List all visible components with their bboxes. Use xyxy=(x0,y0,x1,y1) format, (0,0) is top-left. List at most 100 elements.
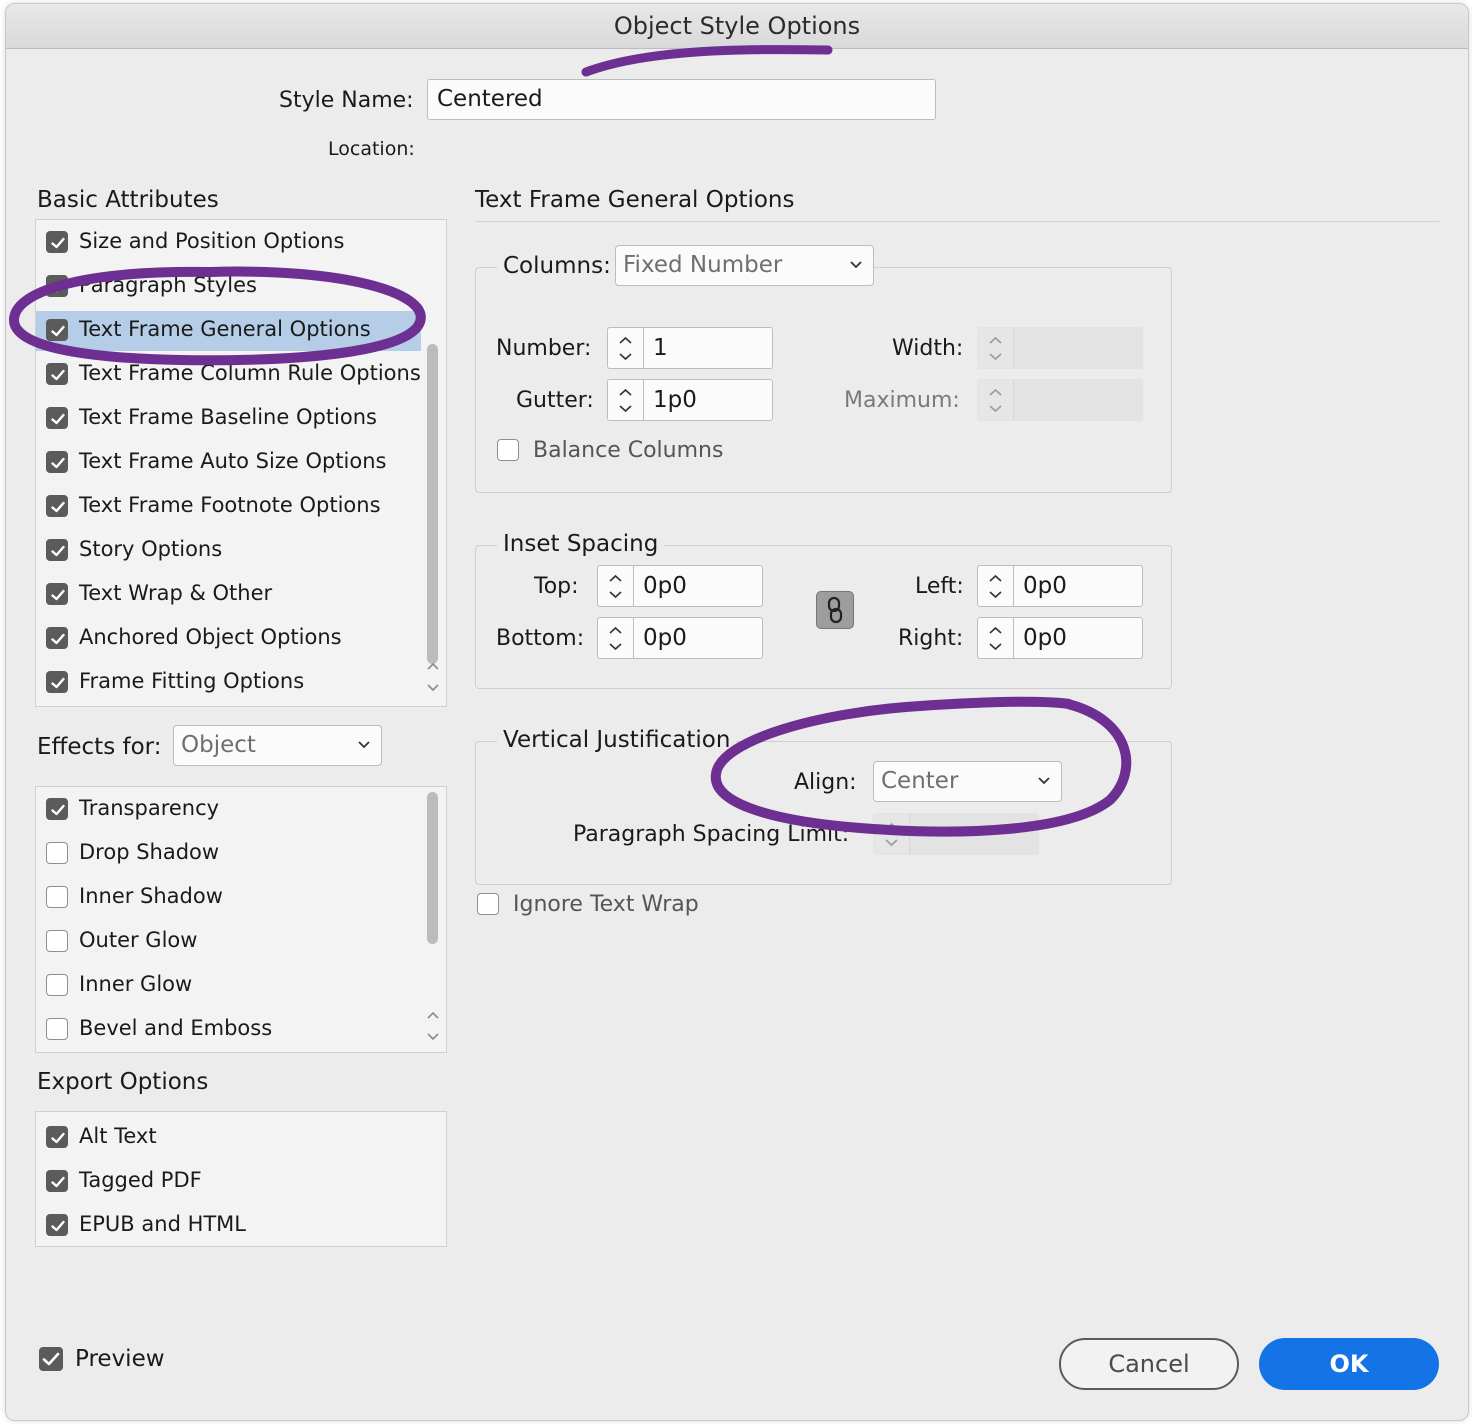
columns-value: Fixed Number xyxy=(623,252,783,278)
left-value[interactable]: 0p0 xyxy=(1023,566,1067,606)
checkbox[interactable] xyxy=(46,798,68,820)
checkmark-icon xyxy=(51,1176,65,1188)
number-label: Number: xyxy=(496,336,592,361)
scroll-down-icon[interactable] xyxy=(426,682,440,694)
checkbox[interactable] xyxy=(46,583,68,605)
right-label: Right: xyxy=(898,626,964,651)
list-item[interactable]: Frame Fitting Options xyxy=(36,663,421,703)
checkbox[interactable] xyxy=(46,363,68,385)
heading-divider xyxy=(475,221,1439,222)
checkmark-icon xyxy=(51,1132,65,1144)
list-item[interactable]: Text Frame Column Rule Options xyxy=(36,355,421,395)
checkbox[interactable] xyxy=(46,671,68,693)
checkbox[interactable] xyxy=(46,974,68,996)
stepper-arrows-icon[interactable] xyxy=(978,566,1013,606)
right-stepper[interactable]: 0p0 xyxy=(977,617,1143,659)
scrollbar-thumb[interactable] xyxy=(427,792,438,944)
bottom-value[interactable]: 0p0 xyxy=(643,618,687,658)
list-item-label: Transparency xyxy=(79,796,220,820)
left-stepper[interactable]: 0p0 xyxy=(977,565,1143,607)
ignore-text-wrap-checkbox[interactable] xyxy=(477,893,499,915)
checkbox[interactable] xyxy=(46,842,68,864)
number-value[interactable]: 1 xyxy=(653,328,668,368)
gutter-value[interactable]: 1p0 xyxy=(653,380,697,420)
scrollbar-thumb[interactable] xyxy=(427,344,438,664)
checkbox[interactable] xyxy=(46,231,68,253)
list-item[interactable]: Inner Shadow xyxy=(36,878,421,918)
balance-columns-checkbox[interactable] xyxy=(497,439,519,461)
list-item-label: Outer Glow xyxy=(79,928,198,952)
list-item-label: Tagged PDF xyxy=(79,1168,202,1192)
list-item[interactable]: Size and Position Options xyxy=(36,223,421,263)
effects-list: Transparency Drop Shadow Inner Shadow Outer… xyxy=(35,786,447,1053)
stepper-arrows-icon[interactable] xyxy=(598,566,633,606)
checkbox[interactable] xyxy=(46,1018,68,1040)
list-item[interactable]: Transparency xyxy=(36,790,421,830)
title-bar: Object Style Options xyxy=(6,4,1468,49)
checkbox[interactable] xyxy=(46,886,68,908)
list-item[interactable]: Alt Text xyxy=(36,1118,421,1158)
list-item-label: Text Frame Baseline Options xyxy=(79,405,377,429)
scroll-up-icon[interactable] xyxy=(426,1009,440,1021)
basic-attributes-scrollbar[interactable] xyxy=(423,220,441,706)
effects-scrollbar[interactable] xyxy=(423,787,441,1052)
checkbox[interactable] xyxy=(46,539,68,561)
export-options-heading: Export Options xyxy=(37,1069,209,1095)
list-item[interactable]: Text Frame General Options xyxy=(36,311,421,351)
list-item[interactable]: Paragraph Styles xyxy=(36,267,421,307)
list-item-label: Drop Shadow xyxy=(79,840,220,864)
checkbox[interactable] xyxy=(46,1170,68,1192)
columns-label: Columns: xyxy=(497,253,617,279)
list-item[interactable]: Text Frame Auto Size Options xyxy=(36,443,421,483)
checkbox[interactable] xyxy=(46,495,68,517)
top-value[interactable]: 0p0 xyxy=(643,566,687,606)
ok-button[interactable]: OK xyxy=(1259,1338,1439,1390)
scroll-up-icon[interactable] xyxy=(426,660,440,672)
checkmark-icon xyxy=(42,1352,60,1366)
list-item[interactable]: Story Options xyxy=(36,531,421,571)
list-item[interactable]: Text Wrap & Other xyxy=(36,575,421,615)
list-item[interactable]: Anchored Object Options xyxy=(36,619,421,659)
checkbox[interactable] xyxy=(46,451,68,473)
list-item[interactable]: EPUB and HTML xyxy=(36,1206,421,1246)
location-label: Location: xyxy=(328,138,415,160)
list-item[interactable]: Inner Glow xyxy=(36,966,421,1006)
list-item[interactable]: Text Frame Footnote Options xyxy=(36,487,421,527)
gutter-stepper[interactable]: 1p0 xyxy=(607,379,773,421)
list-item[interactable]: Bevel and Emboss xyxy=(36,1010,421,1050)
checkbox[interactable] xyxy=(46,627,68,649)
scroll-down-icon[interactable] xyxy=(426,1031,440,1043)
effects-for-select[interactable]: Object xyxy=(173,725,382,766)
vertical-justification-group xyxy=(475,741,1172,885)
paragraph-spacing-limit-label: Paragraph Spacing Limit: xyxy=(573,822,850,847)
checkbox[interactable] xyxy=(46,275,68,297)
stepper-arrows-icon[interactable] xyxy=(978,618,1013,658)
bottom-stepper[interactable]: 0p0 xyxy=(597,617,763,659)
columns-select[interactable]: Fixed Number xyxy=(615,245,874,286)
style-name-input[interactable]: Centered xyxy=(427,79,936,120)
stepper-arrows-icon[interactable] xyxy=(598,618,633,658)
preview-checkbox[interactable] xyxy=(39,1347,63,1371)
link-icon[interactable] xyxy=(816,591,854,629)
checkbox[interactable] xyxy=(46,407,68,429)
width-label: Width: xyxy=(892,336,964,361)
align-select[interactable]: Center xyxy=(873,761,1062,802)
list-item[interactable]: Text Frame Baseline Options xyxy=(36,399,421,439)
checkbox[interactable] xyxy=(46,930,68,952)
list-item[interactable]: Drop Shadow xyxy=(36,834,421,874)
list-item[interactable]: Outer Glow xyxy=(36,922,421,962)
stepper-arrows-icon[interactable] xyxy=(608,328,643,368)
list-item-label: Text Frame Auto Size Options xyxy=(79,449,387,473)
list-item[interactable]: Tagged PDF xyxy=(36,1162,421,1202)
right-value[interactable]: 0p0 xyxy=(1023,618,1067,658)
number-stepper[interactable]: 1 xyxy=(607,327,773,369)
stepper-arrows-icon[interactable] xyxy=(608,380,643,420)
cancel-button[interactable]: Cancel xyxy=(1059,1338,1239,1390)
checkmark-icon xyxy=(51,589,65,601)
balance-columns-label: Balance Columns xyxy=(533,438,724,463)
checkbox[interactable] xyxy=(46,319,68,341)
list-item-label: Anchored Object Options xyxy=(79,625,342,649)
top-stepper[interactable]: 0p0 xyxy=(597,565,763,607)
checkbox[interactable] xyxy=(46,1214,68,1236)
checkbox[interactable] xyxy=(46,1126,68,1148)
